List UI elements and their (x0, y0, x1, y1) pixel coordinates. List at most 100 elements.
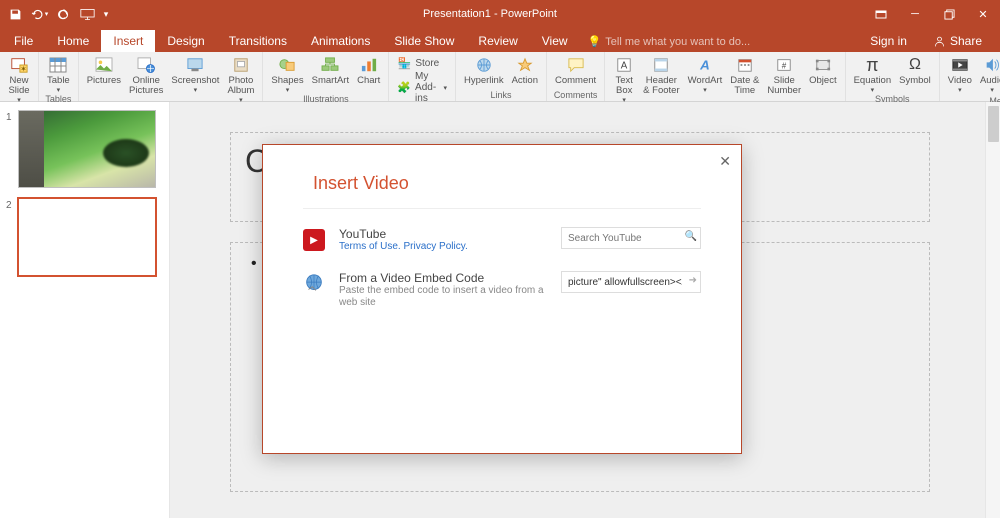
vertical-scrollbar[interactable] (985, 102, 1000, 518)
youtube-search-input[interactable] (561, 227, 701, 249)
minimize-button[interactable]: ─ (898, 0, 932, 28)
dialog-close-button[interactable]: ✕ (719, 153, 731, 170)
close-icon: ✕ (978, 8, 987, 21)
shapes-button[interactable]: Shapes▾ (267, 54, 307, 94)
svg-text:A: A (621, 61, 628, 72)
group-illustrations: Shapes▾ SmartArt Chart Illustrations (263, 52, 389, 101)
svg-text:✶: ✶ (20, 64, 27, 73)
search-icon[interactable]: 🔍 (685, 231, 697, 242)
slide-thumbnails-panel: 1 2 (0, 102, 170, 518)
store-button[interactable]: 🏪Store (397, 56, 447, 70)
group-tables: Table ▾ Tables (39, 52, 79, 101)
share-button[interactable]: Share (923, 30, 992, 52)
new-slide-button[interactable]: ✶ New Slide ▾ (4, 54, 34, 104)
group-symbols: πEquation▾ ΩSymbol Symbols (846, 52, 940, 101)
audio-button[interactable]: Audio▾ (976, 54, 1000, 94)
group-addins: 🏪Store 🧩My Add-ins▾ Add-ins (389, 52, 456, 101)
comment-button[interactable]: Comment (551, 54, 600, 86)
my-addins-button[interactable]: 🧩My Add-ins▾ (397, 71, 447, 104)
window-title: Presentation1 - PowerPoint (116, 8, 864, 20)
group-slides: ✶ New Slide ▾ Slides (0, 52, 39, 101)
tab-animations[interactable]: Animations (299, 30, 382, 52)
audio-icon (982, 55, 1000, 75)
terms-link[interactable]: Terms of Use. (339, 241, 401, 252)
date-time-button[interactable]: Date & Time (726, 54, 763, 96)
embed-code-row: From a Video Embed Code Paste the embed … (263, 267, 741, 323)
slide-number-label: 1 (6, 110, 18, 188)
tab-review[interactable]: Review (466, 30, 529, 52)
group-links: Hyperlink Action Links (456, 52, 547, 101)
redo-icon (57, 8, 70, 21)
header-footer-icon (651, 55, 671, 75)
youtube-source-row: ▶ YouTube Terms of Use. Privacy Policy. … (263, 223, 741, 267)
svg-text:#: # (782, 62, 787, 71)
share-icon (933, 35, 946, 48)
tab-design[interactable]: Design (155, 30, 216, 52)
start-slideshow-button[interactable] (76, 3, 98, 25)
maximize-button[interactable] (932, 0, 966, 28)
equation-button[interactable]: πEquation▾ (850, 54, 896, 94)
tab-insert[interactable]: Insert (101, 30, 155, 52)
table-button[interactable]: Table ▾ (43, 54, 74, 94)
chart-button[interactable]: Chart (353, 54, 384, 86)
embed-subtitle: Paste the embed code to insert a video f… (339, 285, 547, 309)
close-icon: ✕ (719, 153, 731, 169)
window-controls: ─ ✕ (864, 0, 1000, 28)
embed-icon (303, 273, 325, 295)
hyperlink-button[interactable]: Hyperlink (460, 54, 508, 86)
insert-video-dialog: ✕ Insert Video ▶ YouTube Terms of Use. P… (262, 144, 742, 454)
wordart-button[interactable]: AWordArt▾ (684, 54, 727, 94)
screenshot-button[interactable]: Screenshot▾ (167, 54, 223, 94)
group-comments: Comment Comments (547, 52, 605, 101)
thumbnail-slide-2[interactable]: 2 (6, 198, 163, 276)
ribbon-options-button[interactable] (864, 0, 898, 28)
undo-button[interactable]: ▾ (28, 3, 50, 25)
tab-transitions[interactable]: Transitions (217, 30, 299, 52)
save-icon (9, 8, 22, 21)
video-button[interactable]: Video▾ (944, 54, 976, 94)
symbol-button[interactable]: ΩSymbol (895, 54, 935, 86)
online-pictures-icon (136, 55, 156, 75)
tab-home[interactable]: Home (45, 30, 101, 52)
photo-album-button[interactable]: Photo Album▾ (223, 54, 258, 104)
undo-icon (30, 8, 44, 21)
youtube-title: YouTube (339, 227, 547, 241)
shapes-icon (277, 55, 297, 75)
header-footer-button[interactable]: Header & Footer (639, 54, 683, 96)
picture-icon (94, 55, 114, 75)
save-button[interactable] (4, 3, 26, 25)
wordart-icon: A (695, 55, 715, 75)
tell-me-search[interactable]: 💡 Tell me what you want to do... (580, 31, 759, 52)
close-button[interactable]: ✕ (966, 0, 1000, 28)
slide-number-icon: # (774, 55, 794, 75)
divider (303, 208, 701, 209)
privacy-link[interactable]: Privacy Policy. (403, 241, 467, 252)
scroll-thumb[interactable] (988, 106, 999, 142)
pictures-button[interactable]: Pictures (83, 54, 125, 86)
tab-file[interactable]: File (2, 30, 45, 52)
action-button[interactable]: Action (508, 54, 542, 86)
youtube-icon: ▶ (303, 229, 325, 251)
restore-icon (944, 9, 955, 20)
object-button[interactable]: Object (805, 54, 840, 86)
textbox-button[interactable]: AText Box▾ (609, 54, 639, 104)
slide-number-label: 2 (6, 198, 18, 276)
embed-code-input[interactable] (561, 271, 701, 293)
group-images: Pictures Online Pictures Screenshot▾ Pho… (79, 52, 264, 101)
dialog-title: Insert Video (263, 145, 741, 208)
online-pictures-button[interactable]: Online Pictures (125, 54, 167, 96)
submit-arrow-icon[interactable]: ➜ (689, 275, 697, 286)
title-bar: ▾ ▾ Presentation1 - PowerPoint ─ ✕ (0, 0, 1000, 28)
tab-view[interactable]: View (530, 30, 580, 52)
customize-qat-button[interactable]: ▾ (100, 3, 112, 25)
tab-slideshow[interactable]: Slide Show (382, 30, 466, 52)
new-slide-icon: ✶ (9, 55, 29, 75)
redo-button[interactable] (52, 3, 74, 25)
smartart-button[interactable]: SmartArt (308, 54, 353, 86)
action-icon (515, 55, 535, 75)
slide-1-preview (19, 111, 155, 187)
signin-button[interactable]: Sign in (860, 30, 917, 52)
tell-me-placeholder: Tell me what you want to do... (605, 36, 750, 48)
slide-number-button[interactable]: #Slide Number (763, 54, 805, 96)
thumbnail-slide-1[interactable]: 1 (6, 110, 163, 188)
